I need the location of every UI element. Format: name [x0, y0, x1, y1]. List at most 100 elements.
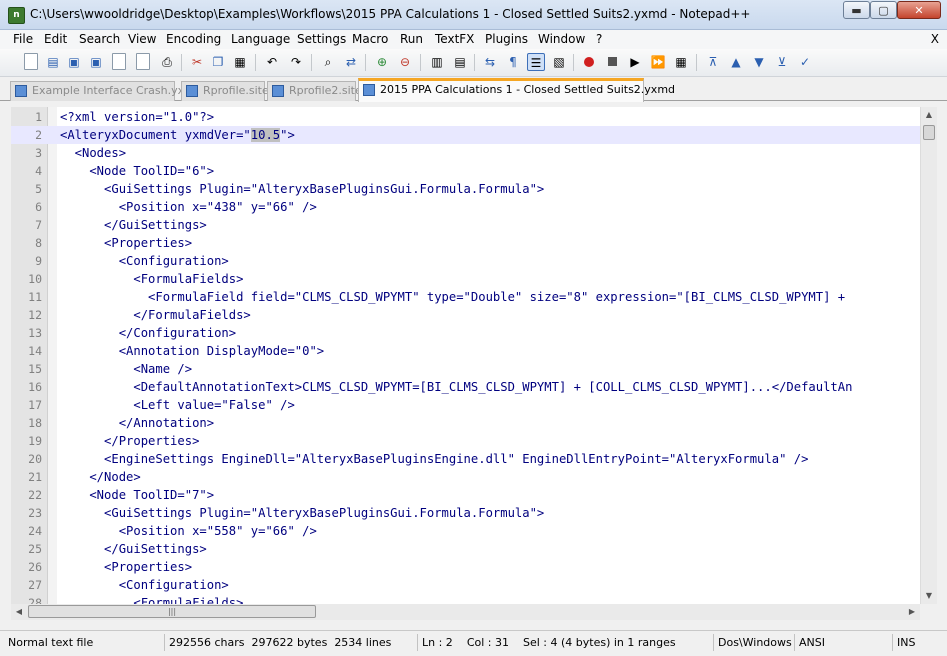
- editor-line[interactable]: 13 </Configuration>: [11, 324, 920, 342]
- editor-line[interactable]: 20 <EngineSettings EngineDll="AlteryxBas…: [11, 450, 920, 468]
- menu-macro[interactable]: Macro: [352, 32, 388, 46]
- close-file-icon[interactable]: [112, 53, 126, 70]
- editor-line[interactable]: 1 <?xml version="1.0"?>: [11, 108, 920, 126]
- menu-search[interactable]: Search: [79, 32, 120, 46]
- editor-line[interactable]: 28 <FormulaFields>: [11, 594, 920, 604]
- line-text[interactable]: </GuiSettings>: [60, 540, 207, 558]
- line-text[interactable]: </FormulaFields>: [60, 306, 250, 324]
- line-text[interactable]: <FormulaField field="CLMS_CLSD_WPYMT" ty…: [60, 288, 845, 306]
- scroll-down-icon[interactable]: ▼: [921, 588, 937, 604]
- line-text[interactable]: <?xml version="1.0"?>: [60, 108, 214, 126]
- editor-line[interactable]: 27 <Configuration>: [11, 576, 920, 594]
- close-button[interactable]: ✕: [897, 1, 941, 19]
- save-icon[interactable]: ▣: [65, 53, 83, 71]
- line-text[interactable]: <Name />: [60, 360, 192, 378]
- horizontal-scrollbar[interactable]: ◀ ||| ▶: [11, 604, 920, 620]
- menu-textfx[interactable]: TextFX: [435, 32, 474, 46]
- editor-line[interactable]: 11 <FormulaField field="CLMS_CLSD_WPYMT"…: [11, 288, 920, 306]
- save-macro-icon[interactable]: ▦: [672, 53, 690, 71]
- line-text[interactable]: <Position x="558" y="66" />: [60, 522, 317, 540]
- line-text[interactable]: <Node ToolID="6">: [60, 162, 214, 180]
- menu-plugins[interactable]: Plugins: [485, 32, 528, 46]
- editor-line[interactable]: 24 <Position x="558" y="66" />: [11, 522, 920, 540]
- editor-line[interactable]: 9 <Configuration>: [11, 252, 920, 270]
- show-all-characters-icon[interactable]: ¶: [504, 53, 522, 71]
- playback-icon[interactable]: ▶: [626, 53, 644, 71]
- copy-icon[interactable]: ❐: [209, 53, 227, 71]
- vertical-scrollbar[interactable]: ▲ ▼: [920, 107, 937, 604]
- tab-example-interface-crash[interactable]: Example Interface Crash.yxwz: [10, 81, 199, 101]
- save-all-icon[interactable]: ▣: [87, 53, 105, 71]
- replace-icon[interactable]: ⇄: [342, 53, 360, 71]
- menu-language[interactable]: Language: [231, 32, 290, 46]
- spell-check-icon[interactable]: ✓: [796, 53, 814, 71]
- line-text[interactable]: <Annotation DisplayMode="0">: [60, 342, 324, 360]
- down-arrow-icon[interactable]: ▼: [750, 53, 768, 71]
- vertical-scroll-thumb[interactable]: [923, 125, 935, 140]
- tab-ppa-calculations[interactable]: 2015 PPA Calculations 1 - Closed Settled…: [358, 78, 675, 102]
- paste-icon[interactable]: ▦: [231, 53, 249, 71]
- menu-window[interactable]: Window: [538, 32, 585, 46]
- line-text[interactable]: <FormulaFields>: [60, 594, 243, 604]
- line-text[interactable]: <Properties>: [60, 234, 192, 252]
- line-text[interactable]: </GuiSettings>: [60, 216, 207, 234]
- scroll-right-icon[interactable]: ▶: [904, 604, 920, 620]
- text-editor[interactable]: 1 <?xml version="1.0"?> 2 <AlteryxDocument …: [11, 107, 920, 604]
- selected-text[interactable]: 10.5: [250, 128, 281, 142]
- indent-guide-icon[interactable]: ☰: [527, 53, 545, 71]
- editor-line[interactable]: 5 <GuiSettings Plugin="AlteryxBasePlugin…: [11, 180, 920, 198]
- horizontal-scroll-thumb[interactable]: |||: [28, 605, 316, 618]
- editor-line[interactable]: 10 <FormulaFields>: [11, 270, 920, 288]
- line-text[interactable]: <AlteryxDocument yxmdVer="10.5">: [60, 126, 295, 144]
- record-macro-icon[interactable]: [580, 53, 598, 71]
- editor-line[interactable]: 19 </Properties>: [11, 432, 920, 450]
- redo-icon[interactable]: ↷: [287, 53, 305, 71]
- line-text[interactable]: <GuiSettings Plugin="AlteryxBasePluginsG…: [60, 180, 544, 198]
- menu-help[interactable]: ?: [596, 32, 602, 46]
- tab-rprofile[interactable]: Rprofile.site: [181, 81, 269, 101]
- document-map-icon[interactable]: ▧: [550, 53, 568, 71]
- new-file-icon[interactable]: [24, 53, 38, 70]
- menu-view[interactable]: View: [128, 32, 156, 46]
- line-text[interactable]: <Position x="438" y="66" />: [60, 198, 317, 216]
- editor-line[interactable]: 18 </Annotation>: [11, 414, 920, 432]
- close-document-button[interactable]: X: [931, 32, 939, 46]
- stop-recording-icon[interactable]: [603, 53, 621, 71]
- editor-line[interactable]: 3 <Nodes>: [11, 144, 920, 162]
- zoom-out-icon[interactable]: ⊖: [396, 53, 414, 71]
- collapse-icon[interactable]: ⊼: [704, 53, 722, 71]
- run-macro-multiple-icon[interactable]: ⏩: [649, 53, 667, 71]
- sync-horizontal-icon[interactable]: ▤: [451, 53, 469, 71]
- tab-rprofile2[interactable]: Rprofile2.site: [267, 81, 362, 101]
- scroll-left-icon[interactable]: ◀: [11, 604, 27, 620]
- open-file-icon[interactable]: ▤: [44, 53, 62, 71]
- menu-edit[interactable]: Edit: [44, 32, 67, 46]
- expand-icon[interactable]: ⊻: [773, 53, 791, 71]
- maximize-button[interactable]: ▢: [870, 1, 897, 19]
- line-text[interactable]: </Annotation>: [60, 414, 214, 432]
- line-text[interactable]: <EngineSettings EngineDll="AlteryxBasePl…: [60, 450, 808, 468]
- editor-line[interactable]: 23 <GuiSettings Plugin="AlteryxBasePlugi…: [11, 504, 920, 522]
- line-text[interactable]: <Node ToolID="7">: [60, 486, 214, 504]
- menu-settings[interactable]: Settings: [297, 32, 346, 46]
- menu-file[interactable]: File: [13, 32, 33, 46]
- line-text[interactable]: </Node>: [60, 468, 140, 486]
- line-text[interactable]: <Configuration>: [60, 576, 229, 594]
- editor-line[interactable]: 15 <Name />: [11, 360, 920, 378]
- line-text[interactable]: <Nodes>: [60, 144, 126, 162]
- editor-line[interactable]: 7 </GuiSettings>: [11, 216, 920, 234]
- line-text[interactable]: <GuiSettings Plugin="AlteryxBasePluginsG…: [60, 504, 544, 522]
- word-wrap-icon[interactable]: ⇆: [481, 53, 499, 71]
- editor-line[interactable]: 2 <AlteryxDocument yxmdVer="10.5">: [11, 126, 920, 144]
- line-text[interactable]: </Properties>: [60, 432, 199, 450]
- menu-encoding[interactable]: Encoding: [166, 32, 221, 46]
- editor-line[interactable]: 4 <Node ToolID="6">: [11, 162, 920, 180]
- editor-line[interactable]: 14 <Annotation DisplayMode="0">: [11, 342, 920, 360]
- print-icon[interactable]: ⎙: [158, 53, 176, 71]
- editor-line[interactable]: 6 <Position x="438" y="66" />: [11, 198, 920, 216]
- close-all-icon[interactable]: [136, 53, 150, 70]
- editor-line[interactable]: 22 <Node ToolID="7">: [11, 486, 920, 504]
- zoom-in-icon[interactable]: ⊕: [373, 53, 391, 71]
- scroll-up-icon[interactable]: ▲: [921, 107, 937, 123]
- line-text[interactable]: <Configuration>: [60, 252, 229, 270]
